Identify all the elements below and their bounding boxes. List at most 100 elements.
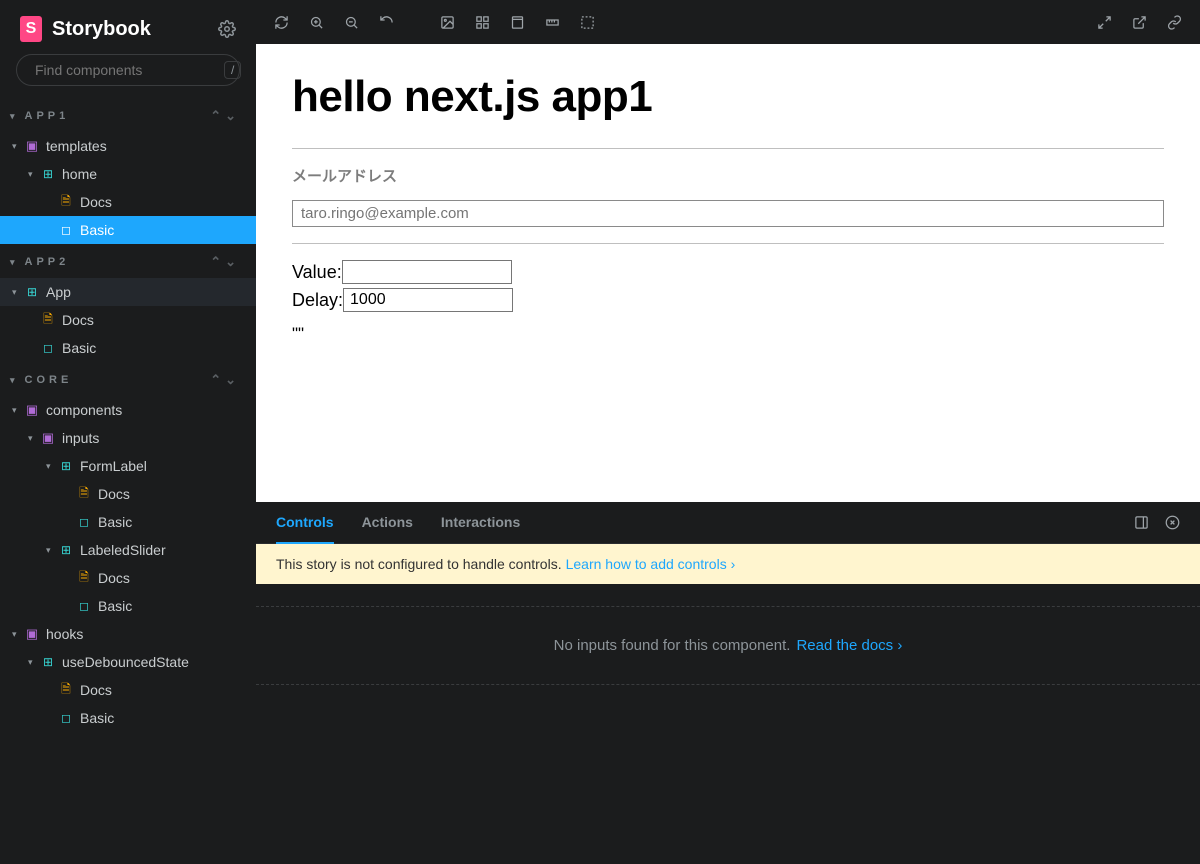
section-app2-title: APP2 [25,256,70,268]
tab-controls[interactable]: Controls [276,502,334,544]
tree-folder-inputs[interactable]: ▾ ▣ inputs [0,424,256,452]
section-core-title: CORE [25,374,73,386]
collapse-icon[interactable]: ⌃⌄ [210,108,240,124]
canvas: hello next.js app1 メールアドレス Value: Delay:… [256,44,1200,502]
value-row: Value: [292,260,1164,284]
tree-label: hooks [46,626,83,642]
search-field[interactable]: / [16,54,240,86]
outline-button[interactable] [580,15,595,30]
chevron-down-icon: ▾ [12,141,24,152]
tree-docs-formlabel[interactable]: 🗎 Docs [0,480,256,508]
zoom-in-icon [309,15,324,30]
section-app1[interactable]: ▾ APP1 ⌃⌄ [0,98,256,132]
toolbar [256,0,1200,44]
tree-component-home[interactable]: ▾ ⊞ home [0,160,256,188]
email-input[interactable] [292,200,1164,227]
addons-panel: Controls Actions Interactions This story… [256,502,1200,864]
zoom-in-button[interactable] [309,15,324,30]
main: hello next.js app1 メールアドレス Value: Delay:… [256,0,1200,864]
section-app2[interactable]: ▾ APP2 ⌃⌄ [0,244,256,278]
folder-icon: ▣ [24,402,40,418]
tree-folder-components[interactable]: ▾ ▣ components [0,396,256,424]
copy-link-button[interactable] [1167,15,1182,30]
link-icon [1167,15,1182,30]
viewport-button[interactable] [510,15,525,30]
tree-story-home-basic[interactable]: ◻ Basic [0,216,256,244]
chevron-down-icon: ▾ [28,657,40,668]
tree-story-formlabel-basic[interactable]: ◻ Basic [0,508,256,536]
read-docs-link[interactable]: Read the docs › [796,637,902,654]
remount-button[interactable] [274,15,289,30]
tab-actions[interactable]: Actions [362,502,413,544]
section-app1-title: APP1 [25,110,70,122]
tree-story-app-basic[interactable]: ◻ Basic [0,334,256,362]
settings-button[interactable] [218,20,236,38]
collapse-icon[interactable]: ⌃⌄ [210,254,240,270]
tree-label: Basic [98,514,132,530]
brand[interactable]: S Storybook [20,16,151,42]
chevron-down-icon: ▾ [10,257,19,268]
chevron-down-icon: ▾ [46,545,58,556]
search-input[interactable] [35,62,216,78]
page-title: hello next.js app1 [292,72,1164,122]
fullscreen-button[interactable] [1097,15,1112,30]
empty-text: No inputs found for this component. [554,637,791,654]
delay-input[interactable] [343,288,513,312]
background-button[interactable] [440,15,455,30]
chevron-down-icon: ▾ [28,169,40,180]
tree-story-usedebouncedstate-basic[interactable]: ◻ Basic [0,704,256,732]
tree-docs-usedebouncedstate[interactable]: 🗎 Docs [0,676,256,704]
warning-text: This story is not configured to handle c… [276,556,562,572]
zoom-out-icon [344,15,359,30]
tree-docs-app[interactable]: 🗎 Docs [0,306,256,334]
tab-interactions[interactable]: Interactions [441,502,520,544]
controls-warning: This story is not configured to handle c… [256,544,1200,584]
value-label: Value: [292,262,342,283]
tree-folder-hooks[interactable]: ▾ ▣ hooks [0,620,256,648]
tree-story-labeledslider-basic[interactable]: ◻ Basic [0,592,256,620]
component-icon: ⊞ [58,543,74,557]
grid-button[interactable] [475,15,490,30]
component-icon: ⊞ [40,655,56,669]
tree-label: useDebouncedState [62,654,189,670]
tree-docs-labeledslider[interactable]: 🗎 Docs [0,564,256,592]
zoom-reset-button[interactable] [379,15,394,30]
chevron-down-icon: ▾ [10,111,19,122]
tree-component-labeledslider[interactable]: ▾ ⊞ LabeledSlider [0,536,256,564]
tree-label: Basic [80,710,114,726]
chevron-down-icon: ▾ [28,433,40,444]
sidebar: S Storybook / ▾ APP1 ⌃⌄ ▾ ▣ templates ▾ ⊞… [0,0,256,864]
value-input[interactable] [342,260,512,284]
section-core[interactable]: ▾CORE ⌃⌄ [0,362,256,396]
bookmark-icon: ◻ [40,341,56,355]
tree-label: App [46,284,71,300]
fullscreen-icon [1097,15,1112,30]
external-link-icon [1132,15,1147,30]
tree-component-usedebouncedstate[interactable]: ▾ ⊞ useDebouncedState [0,648,256,676]
learn-controls-link[interactable]: Learn how to add controls › [566,556,736,572]
tree-folder-templates[interactable]: ▾ ▣ templates [0,132,256,160]
panel-orientation-button[interactable] [1134,515,1149,530]
tree-label: Basic [62,340,96,356]
gear-icon [218,20,236,38]
chevron-down-icon: ▾ [46,461,58,472]
tree-label: Basic [80,222,114,238]
document-icon: 🗎 [76,568,92,589]
open-new-tab-button[interactable] [1132,15,1147,30]
tree-component-formlabel[interactable]: ▾ ⊞ FormLabel [0,452,256,480]
panel-close-button[interactable] [1165,515,1180,530]
component-icon: ⊞ [40,167,56,181]
zoom-out-button[interactable] [344,15,359,30]
email-label: メールアドレス [292,165,1164,186]
bookmark-icon: ◻ [58,711,74,725]
tree-label: Docs [80,194,112,210]
image-icon [440,15,455,30]
tree-component-app[interactable]: ▾ ⊞ App [0,278,256,306]
brand-name: Storybook [52,18,151,41]
document-icon: 🗎 [58,680,74,701]
tree-label: Docs [98,486,130,502]
measure-button[interactable] [545,15,560,30]
tree-docs-home[interactable]: 🗎 Docs [0,188,256,216]
controls-empty-state: No inputs found for this component. Read… [256,606,1200,685]
collapse-icon[interactable]: ⌃⌄ [210,372,240,388]
